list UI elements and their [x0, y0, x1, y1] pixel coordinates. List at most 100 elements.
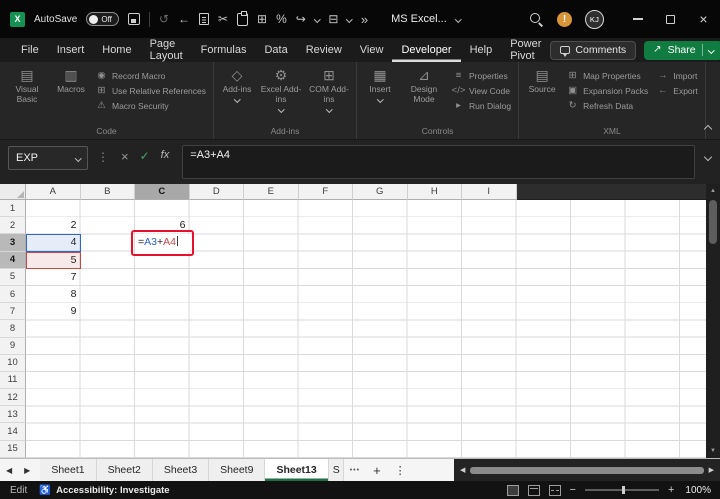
- add-sheet-button[interactable]: +: [366, 459, 388, 481]
- row-header-10[interactable]: 10: [0, 354, 26, 372]
- tab-menu-icon[interactable]: ⋮: [388, 459, 413, 481]
- autosave-toggle[interactable]: Off: [86, 12, 119, 26]
- vertical-scrollbar[interactable]: ▲ ▼: [706, 184, 720, 458]
- ribbon-button-macros[interactable]: ▥ Macros: [51, 65, 91, 95]
- save-icon[interactable]: [127, 13, 140, 25]
- toolbar-overflow-icon[interactable]: »: [361, 13, 368, 26]
- paste-icon[interactable]: [237, 11, 249, 26]
- cell-A2[interactable]: 2: [26, 217, 81, 234]
- sheet-tab-sheet9[interactable]: Sheet9: [209, 459, 266, 481]
- back-icon[interactable]: ←: [178, 13, 190, 25]
- ribbon-button-macro-security[interactable]: ⚠ Macro Security: [95, 100, 206, 111]
- row-header-3[interactable]: 3: [0, 234, 26, 252]
- menu-tab-formulas[interactable]: Formulas: [192, 38, 256, 62]
- ribbon-button-insert[interactable]: ▦ Insert: [360, 65, 400, 103]
- column-header-i[interactable]: I: [462, 184, 517, 200]
- sheet-tab-sheet1[interactable]: Sheet1: [40, 459, 97, 481]
- accessibility-status[interactable]: Accessibility: Investigate: [56, 485, 170, 496]
- chevron-down-icon[interactable]: [346, 15, 353, 23]
- cell-A6[interactable]: 8: [26, 286, 81, 303]
- cells-layer[interactable]: 2 4 5 7 8 9 6 =A3+A4: [26, 200, 706, 458]
- row-header-2[interactable]: 2: [0, 217, 26, 235]
- row-header-7[interactable]: 7: [0, 303, 26, 321]
- vertical-scroll-thumb[interactable]: [709, 200, 717, 244]
- menu-tab-home[interactable]: Home: [93, 38, 140, 62]
- undo-icon[interactable]: ↺: [159, 13, 169, 25]
- maximize-button[interactable]: [654, 0, 687, 38]
- menu-tab-page-layout[interactable]: Page Layout: [141, 38, 192, 62]
- sheet-tab-s[interactable]: S: [328, 459, 344, 481]
- ribbon-button-refresh-data[interactable]: ↻ Refresh Data: [566, 100, 648, 111]
- borders-icon[interactable]: ⊞: [257, 13, 267, 25]
- comments-button[interactable]: Comments: [550, 40, 637, 60]
- cancel-icon[interactable]: ×: [121, 150, 129, 163]
- cell-A5[interactable]: 7: [26, 269, 81, 286]
- minimize-button[interactable]: [621, 0, 654, 38]
- avatar[interactable]: KJ: [585, 9, 604, 29]
- hscroll-right-icon[interactable]: ▶: [709, 467, 714, 474]
- search-icon[interactable]: [529, 12, 544, 27]
- cell-A7[interactable]: 9: [26, 303, 81, 320]
- editing-cell-C3[interactable]: =A3+A4: [135, 234, 190, 252]
- normal-view-icon[interactable]: [506, 484, 519, 496]
- row-header-13[interactable]: 13: [0, 406, 26, 424]
- ribbon-button-design-mode[interactable]: ⊿ Design Mode: [400, 65, 448, 105]
- row-header-9[interactable]: 9: [0, 337, 26, 355]
- zoom-out-icon[interactable]: −: [570, 484, 576, 496]
- cell-C2[interactable]: 6: [135, 217, 190, 234]
- page-break-view-icon[interactable]: [548, 484, 561, 496]
- menu-tab-data[interactable]: Data: [255, 38, 296, 62]
- ribbon-button-source[interactable]: ▤ Source: [522, 65, 562, 95]
- ribbon-button-use-relative-references[interactable]: ⊞ Use Relative References: [95, 85, 207, 96]
- hscroll-left-icon[interactable]: ◀: [460, 467, 465, 474]
- row-header-14[interactable]: 14: [0, 423, 26, 441]
- ribbon-button-import[interactable]: → Import: [656, 70, 698, 81]
- menu-tab-developer[interactable]: Developer: [392, 38, 460, 62]
- row-header-15[interactable]: 15: [0, 440, 26, 458]
- percent-icon[interactable]: %: [276, 13, 287, 25]
- ribbon-button-properties[interactable]: ≡ Properties: [452, 70, 511, 81]
- row-header-12[interactable]: 12: [0, 389, 26, 407]
- select-all-corner[interactable]: [0, 184, 26, 200]
- menu-tab-power-pivot[interactable]: Power Pivot: [501, 38, 550, 62]
- horizontal-scroll-thumb[interactable]: [470, 467, 704, 474]
- row-header-8[interactable]: 8: [0, 320, 26, 338]
- row-header-4[interactable]: 4: [0, 251, 26, 269]
- ribbon-button-add-ins[interactable]: ◇ Add-ins: [217, 65, 257, 103]
- ribbon-button-com-add-ins[interactable]: ⊞ COM Add-ins: [305, 65, 353, 112]
- copy-icon[interactable]: [198, 13, 209, 25]
- tabs-overflow-icon[interactable]: •••: [344, 459, 366, 481]
- ribbon-button-run-dialog[interactable]: ▸ Run Dialog: [452, 100, 511, 111]
- scroll-down-icon[interactable]: ▼: [710, 444, 716, 458]
- column-header-b[interactable]: B: [80, 184, 135, 200]
- column-header-c[interactable]: C: [135, 184, 190, 200]
- menu-tab-view[interactable]: View: [351, 38, 393, 62]
- column-header-d[interactable]: D: [189, 184, 244, 200]
- zoom-level[interactable]: 100%: [685, 485, 711, 496]
- page-layout-view-icon[interactable]: [527, 484, 540, 496]
- share-button[interactable]: ↗ Share: [644, 40, 720, 60]
- ribbon-button-record-macro[interactable]: ◉ Record Macro: [95, 70, 206, 81]
- menu-tab-file[interactable]: File: [12, 38, 48, 62]
- ribbon-button-export[interactable]: ← Export: [656, 85, 698, 96]
- sheet-tab-sheet3[interactable]: Sheet3: [152, 459, 210, 481]
- ribbon-button-visual-basic[interactable]: ▤ Visual Basic: [3, 65, 51, 105]
- column-header-f[interactable]: F: [298, 184, 353, 200]
- enter-icon[interactable]: ✓: [140, 150, 150, 162]
- menu-tab-review[interactable]: Review: [297, 38, 351, 62]
- title-chevron-icon[interactable]: [454, 15, 462, 23]
- column-header-h[interactable]: H: [407, 184, 462, 200]
- menu-tab-help[interactable]: Help: [461, 38, 502, 62]
- zoom-slider-knob[interactable]: [621, 486, 625, 494]
- sheet-tab-sheet13[interactable]: Sheet13: [265, 459, 329, 481]
- ribbon-button-map-properties[interactable]: ⊞ Map Properties: [566, 70, 648, 81]
- ribbon-button-expansion-packs[interactable]: ▣ Expansion Packs: [566, 85, 648, 96]
- horizontal-scrollbar[interactable]: ◀ ▶: [454, 459, 720, 482]
- row-header-11[interactable]: 11: [0, 371, 26, 390]
- zoom-in-icon[interactable]: +: [668, 484, 674, 496]
- formula-bar-expand-icon[interactable]: [703, 152, 713, 162]
- column-header-e[interactable]: E: [244, 184, 299, 200]
- close-button[interactable]: ×: [687, 0, 720, 38]
- column-header-g[interactable]: G: [353, 184, 408, 200]
- cut-icon[interactable]: ✂: [218, 13, 228, 25]
